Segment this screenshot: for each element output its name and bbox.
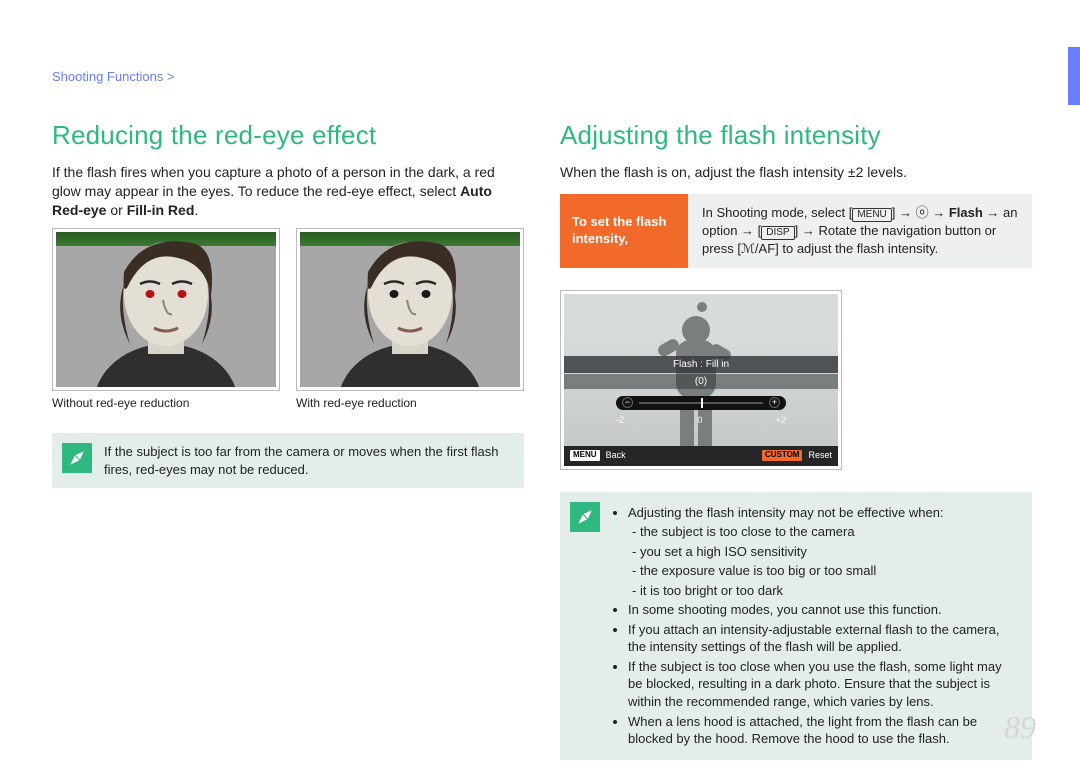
red-eye-paragraph: If the flash fires when you capture a ph… (52, 163, 524, 220)
menu-badge: MENU (570, 450, 600, 461)
option-fill-in-red: Fill-in Red (127, 202, 195, 218)
image-with-reduction: With red-eye reduction (296, 228, 524, 411)
heading-red-eye: Reducing the red-eye effect (52, 118, 524, 153)
portrait-illustration (300, 232, 520, 387)
af-button-label: ℳ/AF (741, 241, 775, 256)
caption-with: With red-eye reduction (296, 395, 524, 411)
tick-plus-2: +2 (776, 414, 786, 426)
note-list: Adjusting the flash intensity may not be… (628, 502, 1018, 750)
instruction-label: To set the flash intensity, (560, 194, 688, 268)
tick-zero: 0 (697, 414, 702, 426)
instruction-box: To set the flash intensity, In Shooting … (560, 194, 1032, 268)
pen-nib-icon (62, 443, 92, 473)
custom-badge: CUSTOM (762, 450, 803, 461)
note-box-flash: Adjusting the flash intensity may not be… (560, 492, 1032, 760)
comparison-images: Without red-eye reduction (52, 228, 524, 411)
text: or (106, 202, 126, 218)
list-item: If you attach an intensity-adjustable ex… (628, 621, 1018, 656)
list-item: When a lens hood is attached, the light … (628, 713, 1018, 748)
list-item: the subject is too close to the camera (632, 523, 1018, 541)
caption-without: Without red-eye reduction (52, 395, 280, 411)
portrait-illustration (56, 232, 276, 387)
reset-label: Reset (808, 449, 832, 461)
flash-value-label: (0) (564, 374, 838, 390)
list-item: you set a high ISO sensitivity (632, 543, 1018, 561)
pen-nib-icon (570, 502, 600, 532)
flash-mode-label: Flash : Fill in (564, 356, 838, 374)
slider-ticks: -2 0 +2 (616, 414, 786, 426)
flash-option: Flash (949, 205, 983, 220)
screen-bottom-bar: MENU Back CUSTOM Reset (564, 446, 838, 466)
list-item: it is too bright or too dark (632, 582, 1018, 600)
plus-icon[interactable]: + (769, 397, 780, 408)
left-column: Reducing the red-eye effect If the flash… (52, 118, 524, 488)
section-color-tab (1068, 47, 1080, 105)
menu-button-label: MENU (852, 208, 891, 222)
list-item: If the subject is too close when you use… (628, 658, 1018, 711)
instruction-body: In Shooting mode, select [MENU] → ⓞ → Fl… (688, 194, 1032, 268)
page-number: 89 (1004, 706, 1036, 749)
list-item: Adjusting the flash intensity may not be… (628, 504, 1018, 600)
list-item: the exposure value is too big or too sma… (632, 562, 1018, 580)
note-text: If the subject is too far from the camer… (104, 443, 510, 478)
right-column: Adjusting the flash intensity When the f… (560, 118, 1032, 760)
tick-minus-2: -2 (616, 414, 624, 426)
note-box-red-eye: If the subject is too far from the camer… (52, 433, 524, 488)
text: In Shooting mode, select [ (702, 205, 852, 220)
flash-intensity-paragraph: When the flash is on, adjust the flash i… (560, 163, 1032, 182)
disp-button-label: DISP (761, 226, 794, 240)
text: If the flash fires when you capture a ph… (52, 164, 495, 199)
text: Adjusting the flash intensity may not be… (628, 505, 944, 520)
camera-lcd-preview: Flash : Fill in (0) − + -2 0 +2 MENU Bac… (560, 290, 842, 470)
text: ] → ⓞ → (892, 205, 949, 220)
text: ] to adjust the flash intensity. (775, 241, 938, 256)
back-label: Back (606, 449, 626, 461)
intensity-slider[interactable]: − + (616, 396, 786, 410)
minus-icon[interactable]: − (622, 397, 633, 408)
heading-flash-intensity: Adjusting the flash intensity (560, 118, 1032, 153)
image-without-reduction: Without red-eye reduction (52, 228, 280, 411)
text: . (194, 202, 198, 218)
breadcrumb: Shooting Functions > (52, 68, 175, 86)
list-item: In some shooting modes, you cannot use t… (628, 601, 1018, 619)
